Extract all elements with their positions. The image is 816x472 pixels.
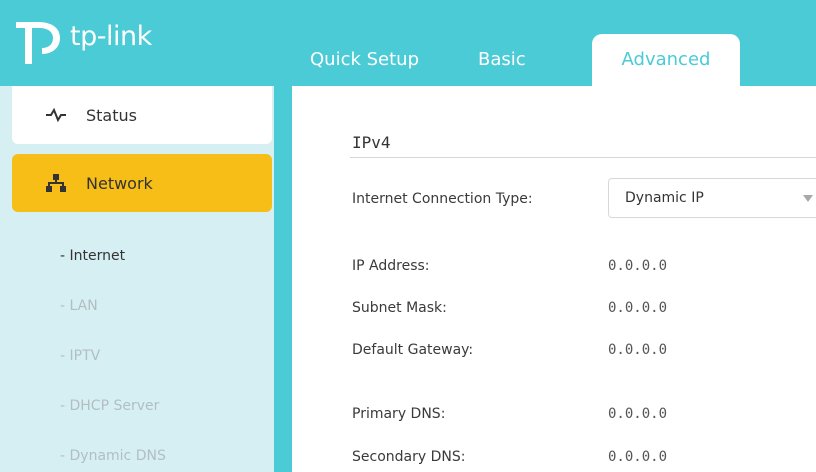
main-content: IPv4 Internet Connection Type: Dynamic I…: [292, 86, 816, 472]
default-gateway-label: Default Gateway:: [352, 342, 474, 358]
secondary-dns-value: 0.0.0.0: [608, 449, 668, 465]
tp-link-logo[interactable]: tp-link: [12, 14, 152, 66]
sidebar-item-network[interactable]: Network: [12, 154, 272, 212]
primary-dns-value: 0.0.0.0: [608, 406, 668, 422]
subnet-mask-label: Subnet Mask:: [352, 300, 447, 316]
sidebar-subitem-iptv[interactable]: - IPTV: [60, 348, 100, 364]
sidebar-item-status[interactable]: Status: [12, 86, 272, 144]
sidebar-item-label: Status: [86, 105, 137, 125]
connection-type-label: Internet Connection Type:: [352, 191, 533, 207]
top-nav-tabs: Quick Setup Basic Advanced: [296, 34, 740, 86]
tab-advanced[interactable]: Advanced: [592, 34, 740, 86]
pulse-icon: [46, 105, 66, 125]
default-gateway-value: 0.0.0.0: [608, 342, 668, 358]
chevron-down-icon: [803, 195, 813, 202]
connection-type-value: Dynamic IP: [625, 190, 704, 206]
logo-text: tp-link: [70, 20, 152, 52]
sidebar-item-label: Network: [86, 173, 153, 193]
tab-quick-setup[interactable]: Quick Setup: [296, 34, 440, 86]
secondary-dns-label: Secondary DNS:: [352, 449, 466, 465]
router-admin-app: tp-link Quick Setup Basic Advanced Statu…: [0, 0, 816, 472]
tp-link-logo-icon: [16, 22, 60, 64]
ip-address-label: IP Address:: [352, 258, 430, 274]
sidebar-subitem-dhcp-server[interactable]: - DHCP Server: [60, 398, 159, 414]
section-divider: [350, 157, 816, 158]
sidebar-subitem-dynamic-dns[interactable]: - Dynamic DNS: [60, 448, 166, 464]
network-icon: [46, 173, 66, 193]
connection-type-select[interactable]: Dynamic IP: [608, 178, 816, 218]
subnet-mask-value: 0.0.0.0: [608, 300, 668, 316]
primary-dns-label: Primary DNS:: [352, 406, 446, 422]
sidebar-subitem-lan[interactable]: - LAN: [60, 298, 98, 314]
sidebar: Status Network - Internet - LAN - IPTV -…: [0, 86, 274, 472]
tab-basic[interactable]: Basic: [440, 34, 592, 86]
sidebar-subitem-internet[interactable]: - Internet: [60, 248, 125, 264]
section-title: IPv4: [352, 133, 391, 152]
ip-address-value: 0.0.0.0: [608, 258, 668, 274]
